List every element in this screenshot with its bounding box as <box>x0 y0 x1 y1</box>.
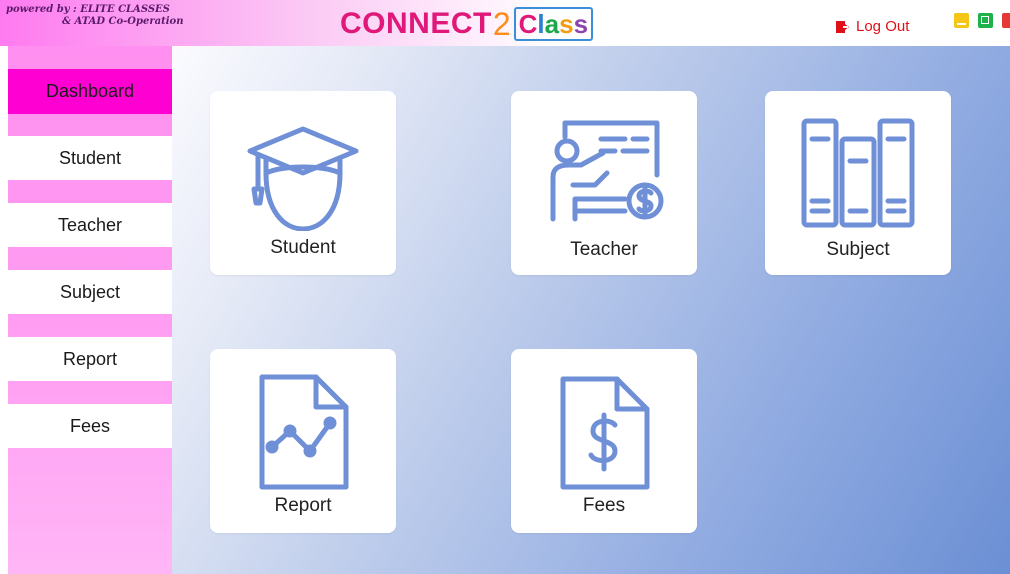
sidebar-item-report[interactable]: Report <box>8 337 172 381</box>
sidebar-item-teacher[interactable]: Teacher <box>8 203 172 247</box>
logout-button[interactable]: Log Out <box>836 18 909 35</box>
minimize-icon[interactable] <box>954 13 969 28</box>
logo-class-letter: l <box>537 8 545 39</box>
report-chart-icon <box>259 374 349 490</box>
logo-class-letter: s <box>573 8 589 39</box>
teacher-presentation-icon <box>550 120 664 222</box>
sidebar: Dashboard Student Teacher Subject Report… <box>8 46 172 574</box>
dashboard-main: Student Teacher Subject Report Fees <box>172 46 1010 574</box>
student-card[interactable]: Student <box>210 91 396 275</box>
fees-card-label: Fees <box>582 495 626 516</box>
sidebar-item-dashboard[interactable]: Dashboard <box>8 69 172 114</box>
teacher-card[interactable]: Teacher <box>511 91 697 275</box>
logo-class-letter: a <box>544 8 560 39</box>
app-logo: CONNECT 2 C l a s s <box>340 5 594 43</box>
subject-card[interactable]: Subject <box>765 91 951 275</box>
graduate-icon <box>247 126 359 231</box>
close-icon[interactable] <box>1002 13 1010 28</box>
logout-icon <box>836 20 849 33</box>
logo-class-letter: C <box>518 8 538 39</box>
sidebar-item-label: Student <box>58 147 122 168</box>
sidebar-item-label: Teacher <box>57 214 123 235</box>
report-card-label: Report <box>274 495 332 516</box>
report-card[interactable]: Report <box>210 349 396 533</box>
teacher-card-label: Teacher <box>570 239 638 260</box>
sidebar-item-label: Subject <box>59 281 121 302</box>
powered-by-text: powered by : ELITE CLASSES & ATAD Co-Ope… <box>6 4 183 28</box>
sidebar-item-student[interactable]: Student <box>8 136 172 180</box>
powered-by-line2: & ATAD Co-Operation <box>62 16 184 27</box>
sidebar-item-label: Report <box>62 348 118 369</box>
student-card-label: Student <box>270 237 336 258</box>
logo-two-text: 2 <box>492 5 511 42</box>
subject-card-label: Subject <box>826 239 890 260</box>
maximize-icon[interactable] <box>978 13 993 28</box>
logo-connect-text: CONNECT <box>340 7 492 40</box>
sidebar-item-fees[interactable]: Fees <box>8 404 172 448</box>
logo-class-box: C l a s s <box>513 7 594 41</box>
app-header: powered by : ELITE CLASSES & ATAD Co-Ope… <box>0 0 1010 46</box>
sidebar-item-label: Dashboard <box>45 81 135 101</box>
powered-by-line1: powered by : ELITE CLASSES <box>6 4 170 15</box>
sidebar-item-label: Fees <box>69 415 111 436</box>
fees-document-icon <box>560 376 650 490</box>
sidebar-item-subject[interactable]: Subject <box>8 270 172 314</box>
books-icon <box>801 118 915 228</box>
fees-card[interactable]: Fees <box>511 349 697 533</box>
logo-class-letter: s <box>559 8 574 39</box>
logout-label: Log Out <box>856 18 910 35</box>
